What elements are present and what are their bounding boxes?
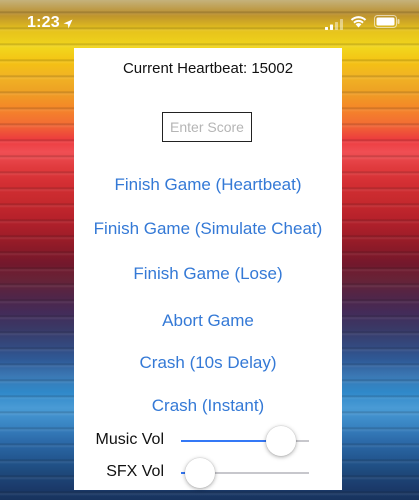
heartbeat-value: 15002: [251, 60, 294, 77]
crash-instant-button[interactable]: Crash (Instant): [74, 396, 342, 416]
status-time: 1:23: [27, 14, 60, 31]
score-input[interactable]: [162, 112, 252, 142]
abort-game-button[interactable]: Abort Game: [74, 311, 342, 331]
wifi-icon: [350, 15, 367, 33]
finish-game-lose-button[interactable]: Finish Game (Lose): [74, 264, 342, 284]
finish-game-heartbeat-button[interactable]: Finish Game (Heartbeat): [74, 175, 342, 195]
heartbeat-label: Current Heartbeat:: [122, 60, 248, 77]
music-volume-slider[interactable]: [181, 426, 309, 456]
crash-10s-delay-button[interactable]: Crash (10s Delay): [74, 353, 342, 373]
sfx-volume-row: SFX Vol: [74, 455, 342, 489]
debug-panel: Current Heartbeat: 15002 Finish Game (He…: [74, 48, 342, 490]
heartbeat-readout: Current Heartbeat: 15002: [74, 60, 342, 77]
sfx-volume-label: SFX Vol: [106, 463, 164, 480]
sfx-volume-slider[interactable]: [181, 458, 309, 488]
music-volume-label: Music Vol: [95, 431, 164, 448]
battery-icon: [374, 15, 400, 33]
status-bar: 1:23: [0, 0, 419, 40]
sfx-volume-thumb[interactable]: [185, 458, 216, 488]
location-arrow-icon: [63, 16, 73, 34]
music-volume-thumb[interactable]: [265, 426, 296, 456]
signal-icon: [325, 17, 343, 35]
finish-game-simulate-cheat-button[interactable]: Finish Game (Simulate Cheat): [74, 219, 342, 239]
music-volume-row: Music Vol: [74, 423, 342, 457]
